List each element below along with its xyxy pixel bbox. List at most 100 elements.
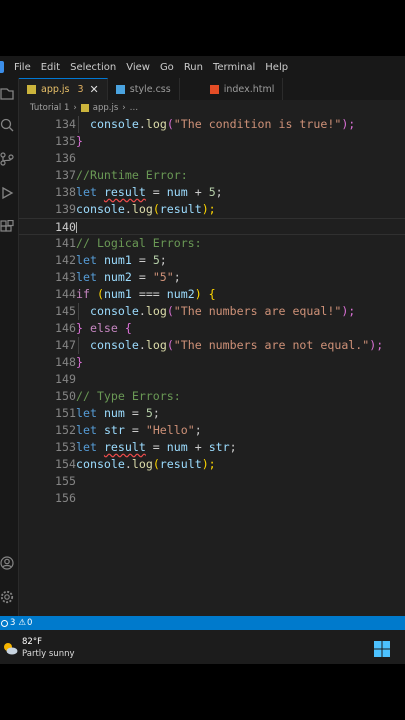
error-icon [1,619,8,627]
menu-terminal[interactable]: Terminal [213,62,255,73]
line-number: 135 [55,134,76,148]
tab-app-js[interactable]: app.js 3 ✕ [19,78,108,100]
code-text: console.log("The condition is true!"); [90,117,356,131]
close-tab-icon[interactable]: ✕ [90,83,99,96]
line-number: 139 [55,202,76,216]
run-debug-icon[interactable] [0,186,14,200]
code-text: console.log("The numbers are not equal."… [90,338,384,352]
code-line: 155 [19,473,405,490]
code-text: } [76,134,83,148]
breadcrumb-separator: › [73,103,77,113]
code-text: let str = "Hello"; [76,423,202,437]
code-line: 151 let num = 5; [19,405,405,422]
code-line: 145 console.log("The numbers are equal!"… [19,303,405,320]
line-number: 149 [55,372,76,386]
menu-run[interactable]: Run [184,62,203,73]
line-number: 154 [55,457,76,471]
account-icon[interactable] [0,556,14,570]
tab-index-html[interactable]: index.html [180,78,284,100]
line-number: 155 [55,474,76,488]
code-line: 143 let num2 = "5"; [19,269,405,286]
menu-edit[interactable]: Edit [41,62,60,73]
code-line: 147 console.log("The numbers are not equ… [19,337,405,354]
breadcrumb-file[interactable]: app.js [93,103,119,113]
problem-count-badge: 3 [77,84,84,95]
tab-label: style.css [129,83,171,95]
code-line: 146 } else { [19,320,405,337]
line-number: 156 [55,491,76,505]
line-number: 141 [55,236,76,250]
menu-go[interactable]: Go [160,62,174,73]
indent-guide [78,303,79,320]
warning-icon: ⚠ [18,618,27,628]
menu-help[interactable]: Help [265,62,288,73]
extensions-icon[interactable] [0,220,14,234]
code-line: 137 //Runtime Error: [19,167,405,184]
warning-count: 0 [27,618,33,628]
partly-sunny-icon[interactable] [2,640,18,655]
code-text: let num2 = "5"; [76,270,181,284]
code-editor[interactable]: 134 console.log("The condition is true!"… [19,116,405,616]
code-text: console.log(result); [76,202,216,216]
windows-taskbar: 82°F Partly sunny [0,630,405,664]
indent-guide [78,337,79,354]
menu-file[interactable]: File [14,62,31,73]
line-number: 146 [55,321,76,335]
line-number: 145 [55,304,76,318]
text-cursor [76,222,77,233]
code-line: 153 let result = num + str; [19,439,405,456]
code-line: 138 let result = num + 5; [19,184,405,201]
javascript-file-icon [27,85,36,94]
line-number: 138 [55,185,76,199]
code-line: 134 console.log("The condition is true!"… [19,116,405,133]
line-number: 134 [55,117,76,131]
code-comment: //Runtime Error: [76,168,188,182]
settings-gear-icon[interactable] [0,590,14,604]
activity-bar [0,78,19,616]
menu-selection[interactable]: Selection [70,62,116,73]
code-text: let result = num + 5; [76,185,223,199]
vscode-logo-icon [0,61,4,73]
code-line: 141 // Logical Errors: [19,235,405,252]
breadcrumb-folder[interactable]: Tutorial 1 [30,103,69,113]
windows-start-icon[interactable] [374,641,390,657]
code-line: 149 [19,371,405,388]
code-text: } else { [76,321,132,335]
line-number: 140 [55,220,76,234]
code-comment: // Logical Errors: [76,236,202,250]
menu-bar: File Edit Selection View Go Run Terminal… [0,56,405,78]
line-number: 144 [55,287,76,301]
code-text: let num1 = 5; [76,253,167,267]
code-line: 135 } [19,133,405,150]
breadcrumb-symbol[interactable]: … [130,103,139,113]
code-text: console.log("The numbers are equal!"); [90,304,356,318]
line-number: 137 [55,168,76,182]
search-icon[interactable] [0,118,14,132]
javascript-file-icon [80,104,89,112]
html-file-icon [209,84,219,94]
code-line: 150 // Type Errors: [19,388,405,405]
line-number: 147 [55,338,76,352]
tab-label: app.js [41,84,70,95]
tab-style-css[interactable]: style.css [108,78,180,100]
code-line: 136 [19,150,405,167]
weather-condition[interactable]: Partly sunny [22,649,75,659]
line-number: 143 [55,270,76,284]
code-text: } [76,355,83,369]
code-line: 144 if (num1 === num2) { [19,286,405,303]
line-number: 136 [55,151,76,165]
code-text: if (num1 === num2) { [76,287,216,301]
line-number: 150 [55,389,76,403]
problems-indicator[interactable]: 3 ⚠ 0 [1,618,32,628]
error-count: 3 [10,618,16,628]
line-number: 153 [55,440,76,454]
weather-temperature[interactable]: 82°F [22,637,42,647]
code-text: console.log(result); [76,457,216,471]
code-line: 142 let num1 = 5; [19,252,405,269]
tab-label: index.html [223,83,275,95]
code-line: 152 let str = "Hello"; [19,422,405,439]
editor-tabs: app.js 3 ✕ style.css index.html [19,78,405,101]
source-control-icon[interactable] [0,152,14,166]
explorer-icon[interactable] [0,86,14,100]
menu-view[interactable]: View [126,62,150,73]
